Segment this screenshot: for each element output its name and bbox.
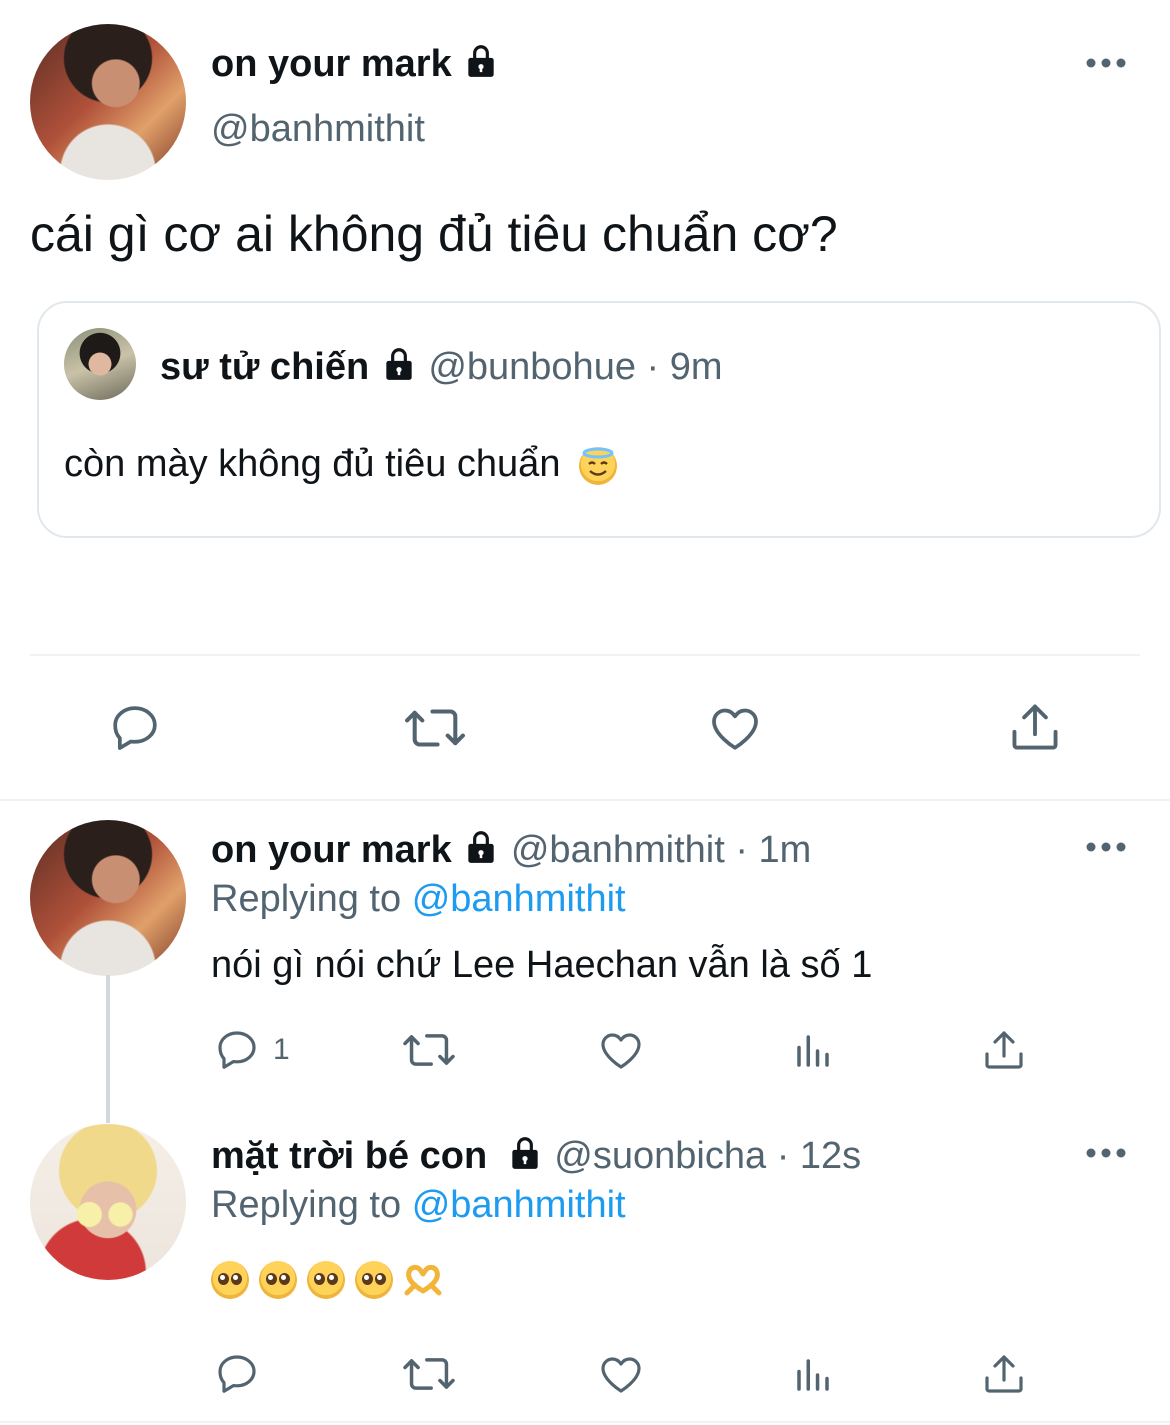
main-tweet-text: cái gì cơ ai không đủ tiêu chuẩn cơ?: [30, 206, 838, 262]
like-icon[interactable]: [596, 1026, 646, 1074]
replying-to-handle-link[interactable]: @banhmithit: [412, 1184, 626, 1226]
retweet-icon[interactable]: [402, 700, 468, 756]
analytics-icon[interactable]: [792, 1354, 834, 1396]
quoted-text: còn mày không đủ tiêu chuẩn: [64, 443, 561, 485]
quoted-tweet-body: còn mày không đủ tiêu chuẩn: [64, 443, 618, 486]
quoted-handle: @bunbohue: [428, 346, 636, 389]
replying-to-label: Replying to: [211, 1184, 402, 1226]
actions-divider: [0, 799, 1170, 801]
reply-1-header: on your mark @banhmithit · 1m: [211, 828, 811, 876]
quoted-tweet-header: sư tử chiến @bunbohue · 9m: [160, 345, 723, 393]
reply-1-text: nói gì nói chứ Lee Haechan vẫn là số 1: [211, 944, 873, 986]
thread-connector-line: [106, 975, 110, 1123]
lock-icon: [462, 42, 500, 90]
quoted-display-name: sư tử chiến: [160, 346, 370, 389]
reply-1-avatar[interactable]: [30, 820, 186, 976]
display-name-text: on your mark: [211, 43, 452, 86]
smiling-face-with-halo-icon: [579, 446, 618, 485]
reply-1-display-name[interactable]: on your mark: [211, 829, 452, 871]
retweet-icon[interactable]: [400, 1026, 458, 1074]
reply-2-display-name[interactable]: mặt trời bé con: [211, 1135, 487, 1177]
quoted-time: · 9m: [646, 346, 723, 389]
reply-1-time: · 1m: [735, 829, 812, 872]
share-icon[interactable]: [980, 1026, 1028, 1074]
main-tweet-avatar[interactable]: [30, 24, 186, 180]
lock-icon: [380, 345, 418, 393]
heart-hands-icon: [403, 1261, 443, 1299]
quoted-tweet-card[interactable]: sư tử chiến @bunbohue · 9m còn mày không…: [37, 301, 1161, 538]
pleading-face-icon: [259, 1261, 297, 1299]
reply-count: 1: [273, 1033, 290, 1066]
reply-1-more-icon[interactable]: [1086, 840, 1126, 858]
main-tweet-divider: [30, 654, 1140, 656]
replying-to-label: Replying to: [211, 878, 402, 920]
reply-2-time: · 12s: [776, 1135, 862, 1178]
reply-icon[interactable]: [213, 1350, 261, 1398]
bottom-divider: [0, 1421, 1170, 1423]
reply-2-replying-to: Replying to @banhmithit: [211, 1184, 626, 1227]
reply-2-more-icon[interactable]: [1086, 1146, 1126, 1164]
main-tweet-more-icon[interactable]: [1086, 56, 1126, 74]
quoted-tweet-avatar: [64, 328, 136, 400]
main-tweet-handle[interactable]: @banhmithit: [211, 108, 425, 151]
reply-icon[interactable]: 1: [213, 1026, 290, 1074]
like-icon[interactable]: [596, 1350, 646, 1398]
main-tweet-display-name[interactable]: on your mark: [211, 42, 500, 90]
pleading-face-icon: [211, 1261, 249, 1299]
reply-2-emoji-row: [211, 1261, 443, 1299]
reply-1-handle[interactable]: @banhmithit: [511, 829, 725, 871]
share-icon[interactable]: [980, 1350, 1028, 1398]
share-icon[interactable]: [1006, 698, 1064, 756]
pleading-face-icon: [355, 1261, 393, 1299]
reply-1-replying-to: Replying to @banhmithit: [211, 878, 626, 921]
retweet-icon[interactable]: [400, 1350, 458, 1398]
pleading-face-icon: [307, 1261, 345, 1299]
reply-2-avatar[interactable]: [30, 1124, 186, 1280]
reply-2-handle[interactable]: @suonbicha: [554, 1135, 766, 1177]
reply-icon[interactable]: [106, 700, 164, 756]
lock-icon: [462, 828, 500, 876]
lock-icon: [506, 1134, 544, 1182]
analytics-icon[interactable]: [792, 1030, 834, 1072]
replying-to-handle-link[interactable]: @banhmithit: [412, 878, 626, 920]
reply-2-header: mặt trời bé con @suonbicha · 12s: [211, 1134, 861, 1182]
like-icon[interactable]: [706, 700, 764, 756]
